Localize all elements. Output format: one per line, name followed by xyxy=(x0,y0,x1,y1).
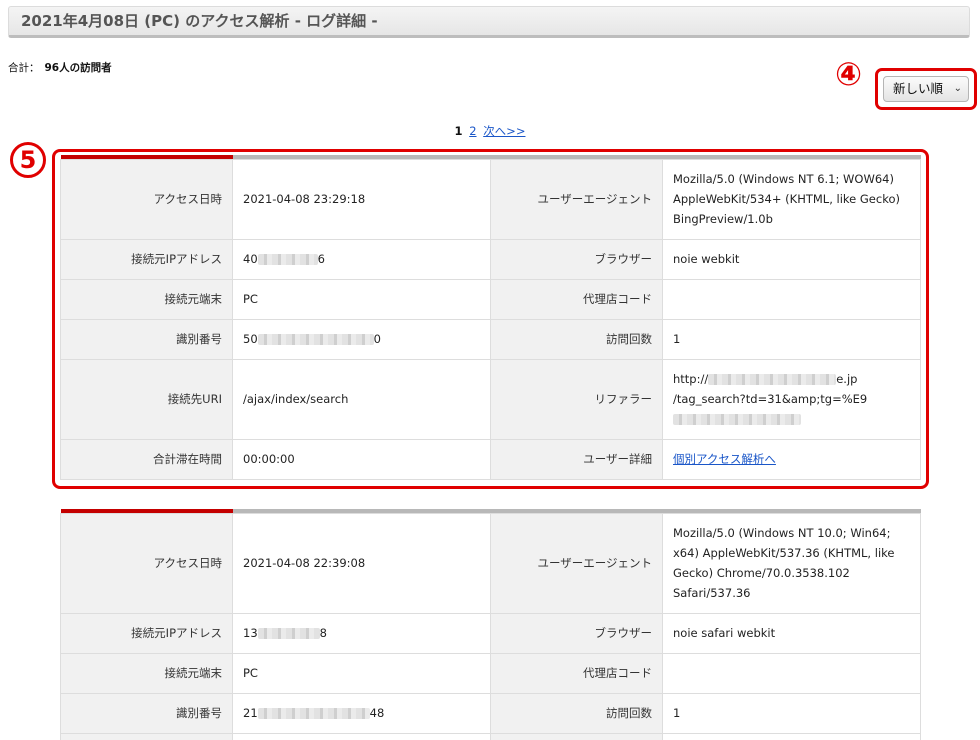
total-count: 96人の訪問者 xyxy=(44,62,112,74)
value-id: 21 48 xyxy=(232,692,491,734)
row-cutoff xyxy=(232,732,491,740)
visitor-total: 合計： 96人の訪問者 xyxy=(8,60,112,75)
user-agent-line: Gecko) Chrome/70.0.3538.102 xyxy=(673,566,850,580)
value-browser: noie safari webkit xyxy=(662,612,921,654)
id-start: 21 xyxy=(243,706,258,720)
value-agency xyxy=(662,278,921,320)
label-user-agent: ユーザーエージェント xyxy=(490,158,663,240)
referrer-line: /tag_search?td=31&amp;tg=%E9 xyxy=(673,392,868,406)
row-cutoff xyxy=(60,732,233,740)
row-cutoff xyxy=(490,732,663,740)
pagination-current: 1 xyxy=(454,124,463,138)
pagination-page-2[interactable]: 2 xyxy=(469,124,476,138)
row-cutoff xyxy=(662,732,921,740)
redacted-blur xyxy=(257,708,370,719)
value-referrer: http:// e.jp /tag_search?td=31&amp;tg=%E9 xyxy=(662,358,921,440)
value-device: PC xyxy=(232,652,491,694)
value-access-time: 2021-04-08 23:29:18 xyxy=(232,158,491,240)
pagination-next[interactable]: 次へ>> xyxy=(483,124,525,138)
value-browser: noie webkit xyxy=(662,238,921,280)
redacted-blur xyxy=(673,414,801,425)
value-access-time: 2021-04-08 22:39:08 xyxy=(232,512,491,614)
value-stay-time: 00:00:00 xyxy=(232,438,491,480)
label-referrer: リファラー xyxy=(490,358,663,440)
redacted-blur xyxy=(257,254,318,265)
label-ip: 接続元IPアドレス xyxy=(60,612,233,654)
user-agent-line: Mozilla/5.0 (Windows NT 10.0; Win64; xyxy=(673,526,891,540)
chevron-down-icon: ⌄ xyxy=(953,83,962,94)
individual-analysis-link[interactable]: 個別アクセス解析へ xyxy=(673,452,776,466)
user-agent-line: Mozilla/5.0 (Windows NT 6.1; WOW64) xyxy=(673,172,894,186)
user-agent-line: x64) AppleWebKit/537.36 (KHTML, like xyxy=(673,546,895,560)
ip-start: 13 xyxy=(243,626,258,640)
label-visits: 訪問回数 xyxy=(490,692,663,734)
ip-end: 8 xyxy=(319,626,327,640)
ip-end: 6 xyxy=(317,252,325,266)
label-device: 接続元端末 xyxy=(60,278,233,320)
value-agency xyxy=(662,652,921,694)
referrer-start: http:// xyxy=(673,372,709,386)
access-record: アクセス日時 2021-04-08 22:39:08 ユーザーエージェント Mo… xyxy=(60,509,921,740)
user-agent-line: BingPreview/1.0b xyxy=(673,212,773,226)
value-ip: 40 6 xyxy=(232,238,491,280)
sort-selected-value: 新しい順 xyxy=(893,82,944,96)
value-id: 50 0 xyxy=(232,318,491,360)
referrer-end: e.jp xyxy=(836,372,858,386)
value-device: PC xyxy=(232,278,491,320)
label-stay-time: 合計滞在時間 xyxy=(60,438,233,480)
id-end: 48 xyxy=(369,706,385,720)
sort-order-select[interactable]: 新しい順 ⌄ xyxy=(883,76,969,102)
user-agent-line: AppleWebKit/534+ (KHTML, like Gecko) xyxy=(673,192,900,206)
label-access-time: アクセス日時 xyxy=(60,512,233,614)
value-user-agent: Mozilla/5.0 (Windows NT 10.0; Win64; x64… xyxy=(662,512,921,614)
label-browser: ブラウザー xyxy=(490,238,663,280)
label-id: 識別番号 xyxy=(60,692,233,734)
value-user-agent: Mozilla/5.0 (Windows NT 6.1; WOW64) Appl… xyxy=(662,158,921,240)
label-browser: ブラウザー xyxy=(490,612,663,654)
user-agent-line: Safari/537.36 xyxy=(673,586,751,600)
label-user-detail: ユーザー詳細 xyxy=(490,438,663,480)
total-label: 合計： xyxy=(8,62,40,74)
value-visits: 1 xyxy=(662,692,921,734)
label-access-time: アクセス日時 xyxy=(60,158,233,240)
value-ip: 13 8 xyxy=(232,612,491,654)
label-uri: 接続先URI xyxy=(60,358,233,440)
page-title: 2021年4月08日 (PC) のアクセス解析 - ログ詳細 - xyxy=(8,6,970,38)
access-record: アクセス日時 2021-04-08 23:29:18 ユーザーエージェント Mo… xyxy=(60,155,921,480)
label-user-agent: ユーザーエージェント xyxy=(490,512,663,614)
label-id: 識別番号 xyxy=(60,318,233,360)
redacted-blur xyxy=(257,334,374,345)
label-device: 接続元端末 xyxy=(60,652,233,694)
annotation-badge-5: 5 xyxy=(10,142,46,178)
label-visits: 訪問回数 xyxy=(490,318,663,360)
value-user-detail: 個別アクセス解析へ xyxy=(662,438,921,480)
value-uri: /ajax/index/search xyxy=(232,358,491,440)
label-ip: 接続元IPアドレス xyxy=(60,238,233,280)
ip-start: 40 xyxy=(243,252,258,266)
redacted-blur xyxy=(257,628,320,639)
label-agency: 代理店コード xyxy=(490,652,663,694)
value-visits: 1 xyxy=(662,318,921,360)
redacted-blur xyxy=(708,374,837,385)
page: 2021年4月08日 (PC) のアクセス解析 - ログ詳細 - 合計： 96人の… xyxy=(0,0,980,740)
label-agency: 代理店コード xyxy=(490,278,663,320)
id-start: 50 xyxy=(243,332,258,346)
pagination: 1 2 次へ>> xyxy=(0,123,980,139)
annotation-badge-4: ④ xyxy=(835,55,863,93)
id-end: 0 xyxy=(373,332,381,346)
